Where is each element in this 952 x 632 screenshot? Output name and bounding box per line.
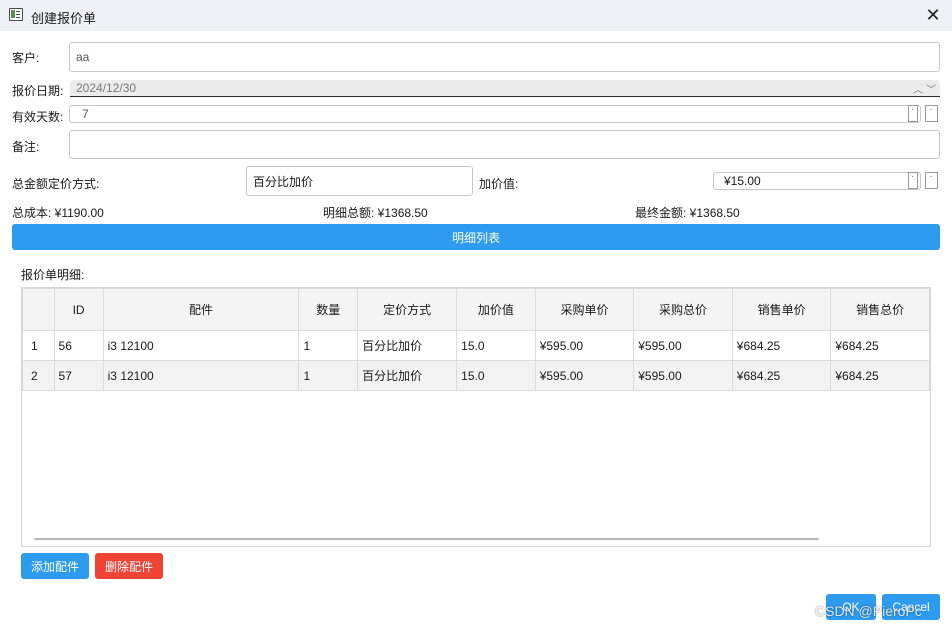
col-header-part[interactable]: 配件 [102, 288, 300, 331]
row-number: 2 [22, 360, 55, 391]
col-header-pricing-method[interactable]: 定价方式 [357, 288, 458, 331]
pricing-method-select[interactable]: 百分比加价 [246, 166, 473, 196]
chevron-up-icon[interactable]: ︿ [913, 81, 923, 96]
pricing-method-value: 百分比加价 [253, 174, 314, 189]
valid-days-value: 7 [82, 107, 89, 121]
table-row[interactable]: 1 56 i3 12100 1 百分比加价 15.0 ¥595.00 ¥595.… [22, 330, 930, 361]
cell-purchase-unit-price[interactable]: ¥595.00 [534, 360, 635, 391]
cell-purchase-total[interactable]: ¥595.00 [633, 330, 733, 361]
markup-input[interactable]: ¥15.00 [713, 172, 921, 190]
valid-days-increment-button[interactable]: ˙ [925, 105, 938, 122]
row-number: 1 [22, 330, 55, 361]
col-header-quantity[interactable]: 数量 [298, 288, 359, 331]
add-part-button[interactable]: 添加配件 [21, 553, 89, 579]
cell-pricing-method[interactable]: 百分比加价 [357, 360, 458, 391]
markup-value: ¥15.00 [724, 174, 761, 188]
cell-id[interactable]: 56 [53, 330, 104, 361]
watermark: CSDN @PieroPc [815, 603, 922, 619]
cell-purchase-total[interactable]: ¥595.00 [633, 360, 733, 391]
col-header-purchase-total[interactable]: 采购总价 [633, 288, 733, 331]
details-table[interactable]: ID 配件 数量 定价方式 加价值 采购单价 采购总价 销售单价 销售总价 1 … [21, 287, 931, 547]
col-header-purchase-unit-price[interactable]: 采购单价 [534, 288, 635, 331]
customer-label: 客户: [12, 51, 40, 65]
cell-markup[interactable]: 15.0 [456, 330, 536, 361]
chevron-down-icon[interactable]: ﹀ [926, 81, 936, 96]
customer-input-value: aa [76, 50, 90, 64]
horizontal-scrollbar[interactable] [34, 538, 819, 540]
cell-sale-total[interactable]: ¥684.25 [830, 360, 930, 391]
cell-sale-unit-price[interactable]: ¥684.25 [731, 330, 832, 361]
markup-decrement-button[interactable]: ˙ [908, 172, 918, 189]
pricing-method-label: 总金额定价方式: [12, 177, 100, 191]
markup-increment-button[interactable]: ˙ [925, 172, 938, 189]
delete-part-button[interactable]: 删除配件 [95, 553, 163, 579]
col-header-sale-total[interactable]: 销售总价 [830, 288, 930, 331]
col-header-sale-unit-price[interactable]: 销售单价 [731, 288, 832, 331]
title-bar: 创建报价单 ✕ [0, 0, 952, 31]
cell-quantity[interactable]: 1 [298, 360, 359, 391]
window-title: 创建报价单 [31, 11, 97, 26]
cell-pricing-method[interactable]: 百分比加价 [357, 330, 458, 361]
col-header-id[interactable]: ID [53, 288, 104, 331]
table-row[interactable]: 2 57 i3 12100 1 百分比加价 15.0 ¥595.00 ¥595.… [22, 360, 930, 391]
note-input[interactable] [69, 130, 940, 159]
cell-part[interactable]: i3 12100 [102, 330, 300, 361]
date-label: 报价日期: [12, 84, 64, 98]
valid-days-label: 有效天数: [12, 110, 64, 124]
detail-total: 明细总额: ¥1368.50 [323, 206, 428, 220]
cell-quantity[interactable]: 1 [298, 330, 359, 361]
total-cost: 总成本: ¥1190.00 [12, 206, 104, 220]
date-picker[interactable]: 2024/12/30 ︿ ﹀ [70, 80, 940, 97]
note-label: 备注: [12, 140, 40, 154]
valid-days-input[interactable]: 7 [69, 105, 921, 123]
final-amount: 最终金额: ¥1368.50 [635, 206, 740, 220]
detail-list-button[interactable]: 明细列表 [12, 224, 940, 250]
cell-sale-total[interactable]: ¥684.25 [830, 330, 930, 361]
close-button[interactable]: ✕ [920, 3, 946, 27]
markup-label: 加价值: [479, 177, 519, 191]
col-header-rownum [22, 288, 55, 331]
details-label: 报价单明细: [21, 268, 85, 282]
cell-part[interactable]: i3 12100 [102, 360, 300, 391]
table-header-row: ID 配件 数量 定价方式 加价值 采购单价 采购总价 销售单价 销售总价 [22, 288, 930, 331]
valid-days-decrement-button[interactable]: ˙ [908, 105, 918, 122]
cell-id[interactable]: 57 [53, 360, 104, 391]
window-icon [9, 8, 23, 21]
cell-markup[interactable]: 15.0 [456, 360, 536, 391]
date-value: 2024/12/30 [76, 81, 137, 95]
col-header-markup[interactable]: 加价值 [456, 288, 536, 331]
cell-purchase-unit-price[interactable]: ¥595.00 [534, 330, 635, 361]
customer-input[interactable]: aa [69, 42, 940, 72]
cell-sale-unit-price[interactable]: ¥684.25 [731, 360, 832, 391]
